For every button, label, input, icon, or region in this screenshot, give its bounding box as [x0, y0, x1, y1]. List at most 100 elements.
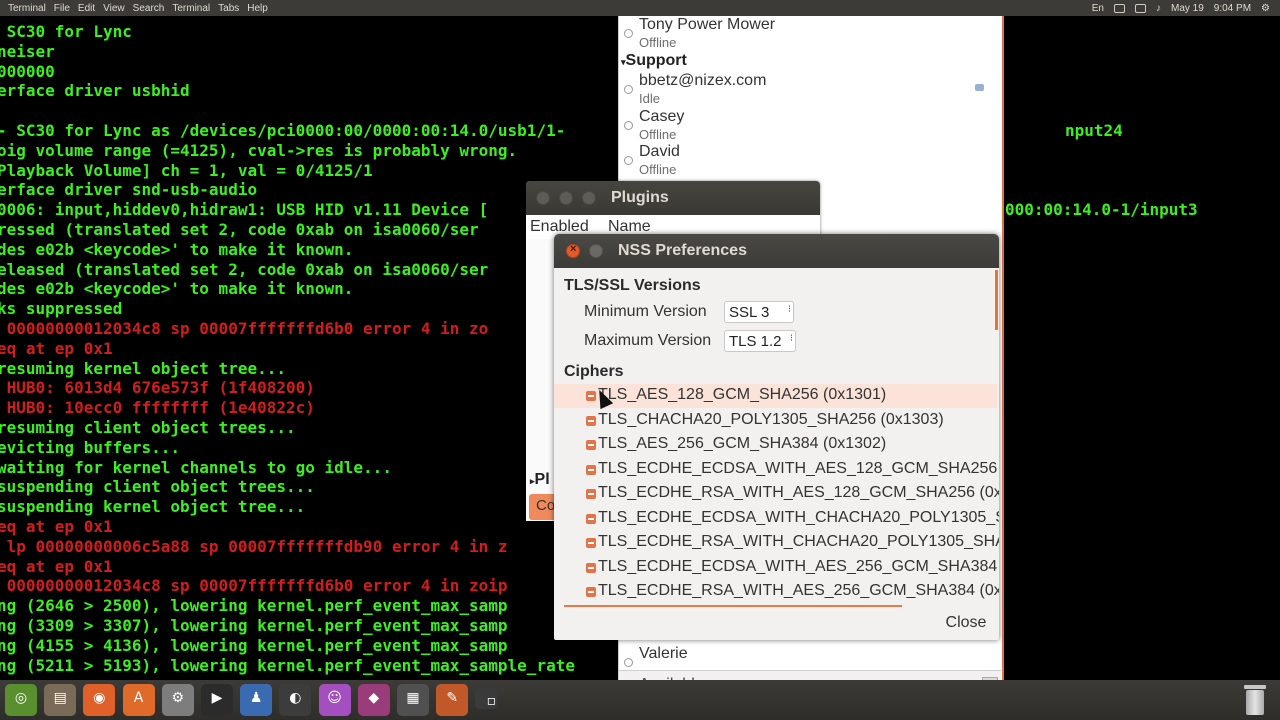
menu-item[interactable]: Search [133, 3, 165, 14]
menu-item[interactable]: File [54, 3, 70, 14]
scrollbar[interactable] [995, 270, 998, 330]
min-version-label: Minimum Version [584, 303, 707, 320]
cipher-label: TLS_ECDHE_RSA_WITH_AES_128_GCM_SHA256 (0… [598, 484, 999, 501]
buddy-status: Offline [639, 127, 677, 142]
menu-item[interactable]: Edit [78, 3, 95, 14]
section-label: Pl [534, 471, 550, 488]
cipher-row[interactable]: TLS_AES_128_GCM_SHA256 (0x1301) [554, 384, 997, 408]
volume-icon[interactable]: ♪ [1156, 3, 1161, 14]
terminal-line: 000:00:14.0-1/input3 [1005, 200, 1198, 220]
buddy-item[interactable]: bbetz@nizex.com Idle [619, 72, 999, 108]
cipher-row[interactable]: TLS_ECDHE_RSA_WITH_AES_128_GCM_SHA256 (0… [554, 482, 999, 506]
terminal-line: neiser [0, 41, 55, 61]
menu-item[interactable]: Help [247, 3, 268, 14]
cipher-row[interactable]: TLS_AES_256_GCM_SHA384 (0x1302) [554, 433, 997, 457]
spin-arrows-icon: ⁝ [789, 333, 793, 344]
cipher-checkbox[interactable] [586, 513, 596, 524]
trash-icon[interactable] [1240, 683, 1270, 717]
terminal-line: eq at ep 0x1 [0, 556, 113, 576]
battery-icon[interactable] [1134, 3, 1146, 13]
terminal-line: HUB0: 6013d4 676e573f (1f408200) [0, 378, 315, 398]
editor-icon[interactable]: ✎ [436, 684, 469, 716]
cipher-label: TLS_CHACHA20_POLY1305_SHA256 (0x1303) [598, 410, 944, 428]
terminal-line: resuming client object trees... [0, 418, 296, 437]
close-button[interactable]: Close [940, 610, 992, 636]
terminal-icon[interactable]: ▶ [201, 684, 233, 716]
horizontal-scrollbar[interactable] [564, 605, 902, 607]
cipher-row[interactable]: TLS_ECDHE_ECDSA_WITH_CHACHA20_POLY1305_S… [554, 507, 999, 531]
terminal-line: SC30 for Lync [0, 22, 132, 41]
close-icon[interactable]: × [566, 243, 580, 258]
app-icon[interactable]: ◆ [357, 684, 390, 716]
software-center-icon[interactable]: A [122, 684, 155, 716]
buddy-item[interactable]: David Offline [619, 143, 999, 179]
status-icon [624, 658, 633, 667]
cipher-checkbox[interactable] [586, 587, 596, 597]
terminal-line: erface driver snd-usb-audio [0, 180, 258, 200]
files-icon[interactable]: ▤ [44, 684, 77, 716]
terminal-line: erface driver usbhid [0, 81, 190, 101]
terminal-line: suspending kernel object tree... [0, 497, 306, 517]
cipher-row[interactable]: TLS_ECDHE_RSA_WITH_CHACHA20_POLY1305_SHA… [554, 531, 999, 555]
plugin-details-expander[interactable]: ▸Pl [530, 471, 550, 489]
video-editor-icon[interactable]: ▦ [397, 684, 429, 716]
cipher-checkbox[interactable] [586, 415, 596, 426]
obs-icon[interactable]: ◐ [279, 684, 312, 716]
workspace-icon[interactable]: ▫ [475, 687, 498, 709]
close-icon[interactable] [536, 191, 550, 205]
title-bar[interactable]: × NSS Preferences [554, 234, 999, 268]
menu-item[interactable]: View [103, 3, 125, 14]
menu-bar: Terminal File Edit View Search Terminal Tabs He… [0, 0, 268, 16]
firefox-icon[interactable]: ◉ [83, 684, 116, 716]
cipher-label: TLS_ECDHE_RSA_WITH_CHACHA20_POLY1305_SHA… [598, 533, 999, 550]
chat-icon[interactable]: ☺ [318, 684, 351, 716]
cipher-checkbox[interactable] [586, 538, 596, 548]
cipher-row[interactable]: TLS_CHACHA20_POLY1305_SHA256 (0x1303) [554, 409, 997, 433]
terminal-line: HUB0: 10ecc0 ffffffff (1e40822c) [0, 398, 315, 418]
menu-item[interactable]: Terminal [8, 3, 46, 14]
max-version-select[interactable]: TLS 1.2 ⁝ [724, 330, 796, 352]
maximize-icon[interactable] [582, 191, 596, 205]
clock-label[interactable]: 9:04 PM [1214, 3, 1251, 14]
terminal-line: 000000 [0, 61, 55, 81]
terminal-line: 0006: input,hiddev0,hidraw1: USB HID v1.… [0, 200, 489, 220]
buddy-name: Casey [639, 108, 685, 125]
cipher-checkbox[interactable] [586, 464, 596, 475]
cipher-label: TLS_ECDHE_ECDSA_WITH_AES_128_GCM_SHA256 … [598, 459, 999, 477]
terminal-line: lp 00000000006c5a88 sp 00007fffffffdb90 … [0, 536, 508, 556]
menu-item[interactable]: Terminal [172, 3, 210, 14]
title-bar[interactable]: Plugins [526, 181, 820, 215]
max-version-label: Maximum Version [584, 332, 712, 349]
date-label[interactable]: May 19 [1171, 3, 1204, 14]
cipher-row[interactable]: TLS_ECDHE_RSA_WITH_AES_256_GCM_SHA384 (0… [554, 580, 999, 604]
max-version-value: TLS 1.2 [729, 333, 782, 350]
cipher-checkbox[interactable] [586, 440, 596, 450]
window-title: Plugins [611, 189, 669, 206]
settings-icon[interactable]: ⚙ [161, 684, 194, 716]
buddy-item[interactable]: Tony Power Mower Offline [619, 16, 999, 52]
status-icon [624, 156, 633, 165]
terminal-line: des e02b <keycode>' to make it known. [0, 239, 354, 259]
maximize-icon[interactable] [589, 244, 603, 258]
cipher-checkbox[interactable] [586, 562, 596, 573]
pidgin-icon[interactable]: ♟ [240, 684, 273, 716]
terminal-line: 00000000012034c8 sp 00007fffffffd6b0 err… [0, 576, 508, 596]
keyboard-indicator[interactable]: En [1092, 3, 1104, 14]
group-header[interactable]: ▾Support [621, 52, 687, 70]
cipher-row[interactable]: TLS_ECDHE_ECDSA_WITH_AES_256_GCM_SHA384 … [554, 556, 999, 580]
terminal-line: ressed (translated set 2, code 0xab on i… [0, 220, 479, 239]
cipher-row[interactable]: TLS_ECDHE_ECDSA_WITH_AES_128_GCM_SHA256 … [554, 458, 999, 482]
buddy-item[interactable]: Casey Offline [619, 108, 999, 144]
terminal-line: Playback Volume] ch = 1, val = 0/4125/1 [0, 160, 373, 180]
min-version-select[interactable]: SSL 3 ⁝ [724, 301, 794, 323]
cipher-list[interactable]: TLS_AES_128_GCM_SHA256 (0x1301) TLS_CHACH… [554, 384, 999, 606]
minimize-icon[interactable] [559, 191, 573, 205]
buddy-name: bbetz@nizex.com [639, 72, 767, 89]
dash-icon[interactable]: ◎ [5, 684, 37, 716]
menu-item[interactable]: Tabs [218, 3, 239, 14]
terminal-line: suspending client object trees... [0, 477, 315, 497]
mail-icon[interactable] [1113, 3, 1125, 13]
terminal-line: - SC30 for Lync as /devices/pci0000:00/0… [0, 121, 566, 140]
cipher-checkbox[interactable] [586, 489, 596, 499]
gear-icon[interactable]: ⚙ [1261, 3, 1270, 14]
